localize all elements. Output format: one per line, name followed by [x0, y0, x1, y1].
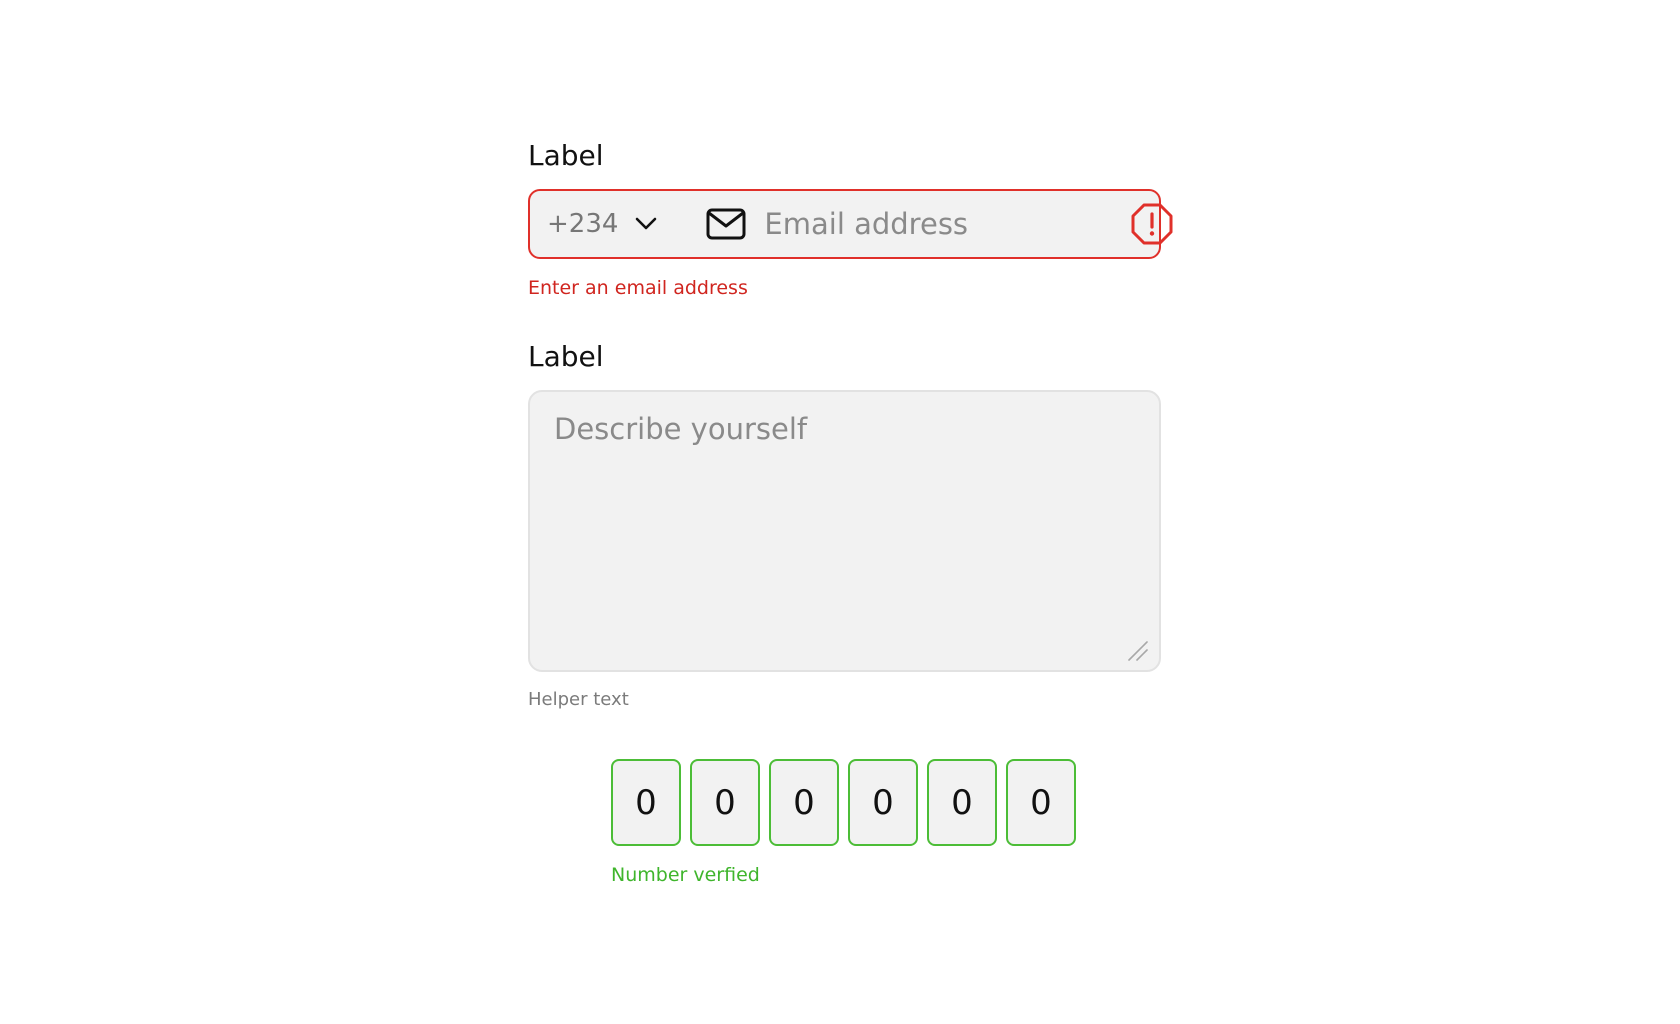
description-textarea[interactable]	[530, 392, 1159, 670]
mail-icon	[706, 206, 746, 242]
page: Label +234 Email address Enter an email …	[0, 0, 1680, 1024]
email-error-message: Enter an email address	[528, 277, 748, 299]
email-phone-input-group: +234	[528, 189, 1173, 259]
description-field-label: Label	[528, 340, 604, 373]
country-code-select[interactable]: +234	[530, 191, 658, 257]
otp-verification: Number verfied	[611, 759, 1076, 886]
otp-digit-row	[611, 759, 1076, 846]
otp-digit-2[interactable]	[690, 759, 760, 846]
alert-octagon-icon	[1131, 202, 1173, 246]
otp-digit-1[interactable]	[611, 759, 681, 846]
description-textarea-wrapper	[528, 390, 1161, 672]
otp-digit-3[interactable]	[769, 759, 839, 846]
otp-digit-4[interactable]	[848, 759, 918, 846]
email-field-label: Label	[528, 139, 604, 172]
country-code-value: +234	[547, 209, 619, 239]
chevron-down-icon	[634, 212, 658, 236]
otp-success-message: Number verfied	[611, 864, 760, 886]
otp-digit-6[interactable]	[1006, 759, 1076, 846]
otp-digit-5[interactable]	[927, 759, 997, 846]
resize-handle-icon[interactable]	[1125, 638, 1149, 662]
description-helper-text: Helper text	[528, 689, 629, 710]
form: Label +234 Email address Enter an email …	[528, 139, 1173, 711]
email-input[interactable]	[764, 194, 1132, 254]
